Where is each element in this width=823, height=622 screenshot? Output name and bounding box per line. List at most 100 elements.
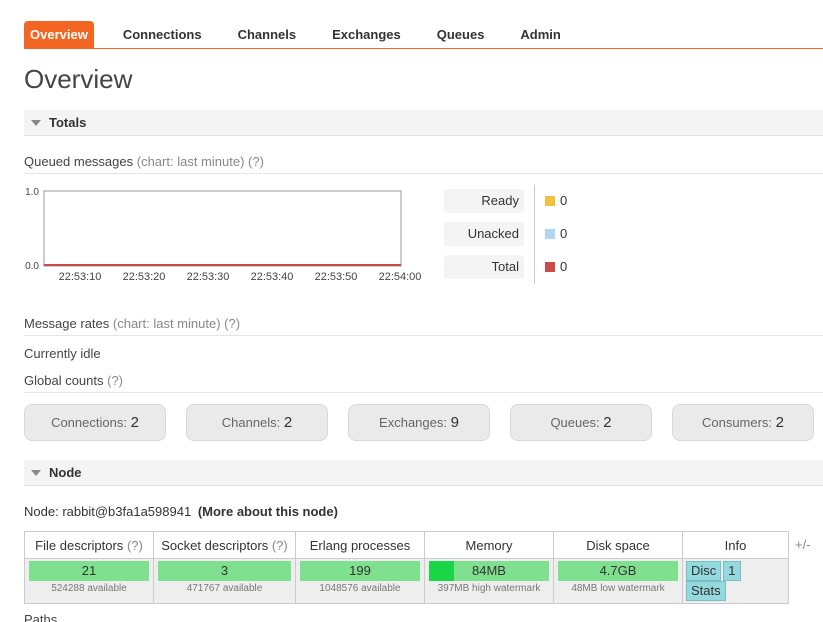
col-disk-space: Disk space [553, 531, 683, 559]
global-counts-label: Global counts [24, 373, 104, 388]
legend-swatch-ready [545, 196, 555, 206]
queued-messages-chart-hint[interactable]: (chart: last minute) [137, 154, 245, 169]
tab-exchanges[interactable]: Exchanges [314, 21, 419, 48]
legend-label-total: Total [444, 255, 524, 279]
x-tick-label: 22:54:00 [379, 271, 422, 283]
count-exchanges[interactable]: Exchanges: 9 [348, 404, 490, 441]
socket-descriptors-bar: 3 [158, 561, 291, 581]
count-connections[interactable]: Connections: 2 [24, 404, 166, 441]
legend-label-ready: Ready [444, 189, 524, 213]
more-about-node-link[interactable]: (More about this node) [198, 504, 338, 519]
message-rates-heading: Message rates (chart: last minute) (?) [24, 316, 823, 336]
collapse-triangle-icon [31, 470, 41, 476]
count-consumers[interactable]: Consumers: 2 [672, 404, 814, 441]
legend-swatch-unacked [545, 229, 555, 239]
bar-fill [429, 561, 455, 581]
queued-messages-chart: 1.0 0.0 22:53:10 22:53:20 22:53:30 22:53:40… [24, 184, 434, 284]
memory-bar: 84MB [429, 561, 549, 581]
count-value: 2 [283, 414, 293, 431]
count-label: Connections: [51, 415, 127, 430]
y-tick-label: 1.0 [25, 187, 39, 198]
node-label: Node: [24, 504, 59, 519]
file-descriptors-available: 524288 available [51, 583, 127, 594]
erlang-processes-bar: 199 [300, 561, 420, 581]
info-pill-disc[interactable]: Disc [686, 561, 722, 581]
col-memory: Memory [424, 531, 554, 559]
x-tick-label: 22:53:20 [123, 271, 166, 283]
disk-space-value: 4.7GB [599, 563, 637, 578]
chart-plot-area [43, 190, 402, 267]
legend-value-ready: 0 [560, 193, 568, 208]
count-channels[interactable]: Channels: 2 [186, 404, 328, 441]
file-descriptors-cell: 21 524288 available [24, 558, 154, 604]
memory-value: 84MB [472, 563, 506, 578]
count-value: 9 [450, 414, 459, 431]
node-header: Node [49, 465, 82, 480]
global-counts-help[interactable]: (?) [107, 373, 123, 388]
x-tick-label: 22:53:50 [315, 271, 358, 283]
count-value: 2 [775, 414, 785, 431]
message-rates-help[interactable]: (?) [224, 316, 240, 331]
queued-messages-help[interactable]: (?) [248, 154, 264, 169]
queued-messages-label: Queued messages [24, 154, 134, 169]
tab-overview[interactable]: Overview [24, 21, 94, 48]
count-label: Consumers: [701, 415, 773, 430]
socket-descriptors-cell: 3 471767 available [153, 558, 296, 604]
count-label: Channels: [221, 415, 281, 430]
col-file-descriptors: File descriptors (?) [24, 531, 154, 559]
global-counts-heading: Global counts (?) [24, 373, 823, 393]
disk-space-bar: 4.7GB [558, 561, 678, 581]
tab-channels[interactable]: Channels [220, 21, 315, 48]
count-value: 2 [603, 414, 612, 431]
info-pill-count[interactable]: 1 [723, 561, 741, 581]
count-value: 2 [130, 414, 139, 431]
legend-separator [534, 185, 535, 284]
y-tick-label: 0.0 [25, 261, 39, 272]
x-tick-label: 22:53:10 [59, 271, 102, 283]
toggle-columns-button[interactable]: +/- [795, 537, 811, 552]
count-queues[interactable]: Queues: 2 [510, 404, 652, 441]
collapse-triangle-icon [31, 120, 41, 126]
node-line: Node: rabbit@b3fa1a598941 (More about th… [24, 504, 338, 519]
node-name: rabbit@b3fa1a598941 [62, 504, 192, 519]
global-counts: Connections: 2 Channels: 2 Exchanges: 9 … [24, 404, 814, 441]
tab-queues[interactable]: Queues [419, 21, 503, 48]
message-rates-status: Currently idle [24, 346, 101, 361]
totals-section-toggle[interactable]: Totals [24, 110, 823, 136]
message-rates-chart-hint[interactable]: (chart: last minute) [113, 316, 221, 331]
node-section-toggle[interactable]: Node [24, 460, 823, 486]
erlang-processes-available: 1048576 available [319, 583, 401, 594]
disk-space-cell: 4.7GB 48MB low watermark [553, 558, 683, 604]
paths-heading: Paths [24, 612, 58, 622]
legend-row-unacked: Unacked 0 [444, 222, 584, 246]
queued-messages-chart-svg: 1.0 0.0 22:53:10 22:53:20 22:53:30 22:53:40… [25, 187, 422, 283]
file-descriptors-bar: 21 [29, 561, 149, 581]
file-descriptors-help[interactable]: (?) [127, 538, 143, 553]
legend-row-ready: Ready 0 [444, 189, 584, 213]
col-info: Info [682, 531, 789, 559]
disk-space-watermark: 48MB low watermark [571, 583, 665, 594]
legend-swatch-total [545, 262, 555, 272]
info-cell: Disc 1Stats [682, 558, 789, 604]
legend-value-unacked: 0 [560, 226, 568, 241]
col-erlang-processes: Erlang processes [295, 531, 425, 559]
erlang-processes-cell: 199 1048576 available [295, 558, 425, 604]
totals-header: Totals [49, 115, 87, 130]
col-socket-descriptors: Socket descriptors (?) [153, 531, 296, 559]
memory-watermark: 397MB high watermark [437, 583, 541, 594]
info-pill-stats[interactable]: Stats [686, 581, 726, 601]
legend-value-total: 0 [560, 259, 568, 274]
socket-descriptors-help[interactable]: (?) [272, 538, 288, 553]
legend-row-total: Total 0 [444, 255, 584, 279]
message-rates-label: Message rates [24, 316, 110, 331]
count-label: Queues: [550, 415, 600, 430]
socket-descriptors-value: 3 [220, 563, 229, 578]
tab-connections[interactable]: Connections [105, 21, 220, 48]
tab-admin[interactable]: Admin [502, 21, 578, 48]
socket-descriptors-available: 471767 available [186, 583, 263, 594]
queued-messages-heading: Queued messages (chart: last minute) (?) [24, 154, 823, 174]
main-nav: Overview Connections Channels Exchanges … [24, 21, 823, 49]
file-descriptors-value: 21 [81, 563, 97, 578]
erlang-processes-value: 199 [349, 563, 371, 578]
x-tick-label: 22:53:40 [251, 271, 294, 283]
